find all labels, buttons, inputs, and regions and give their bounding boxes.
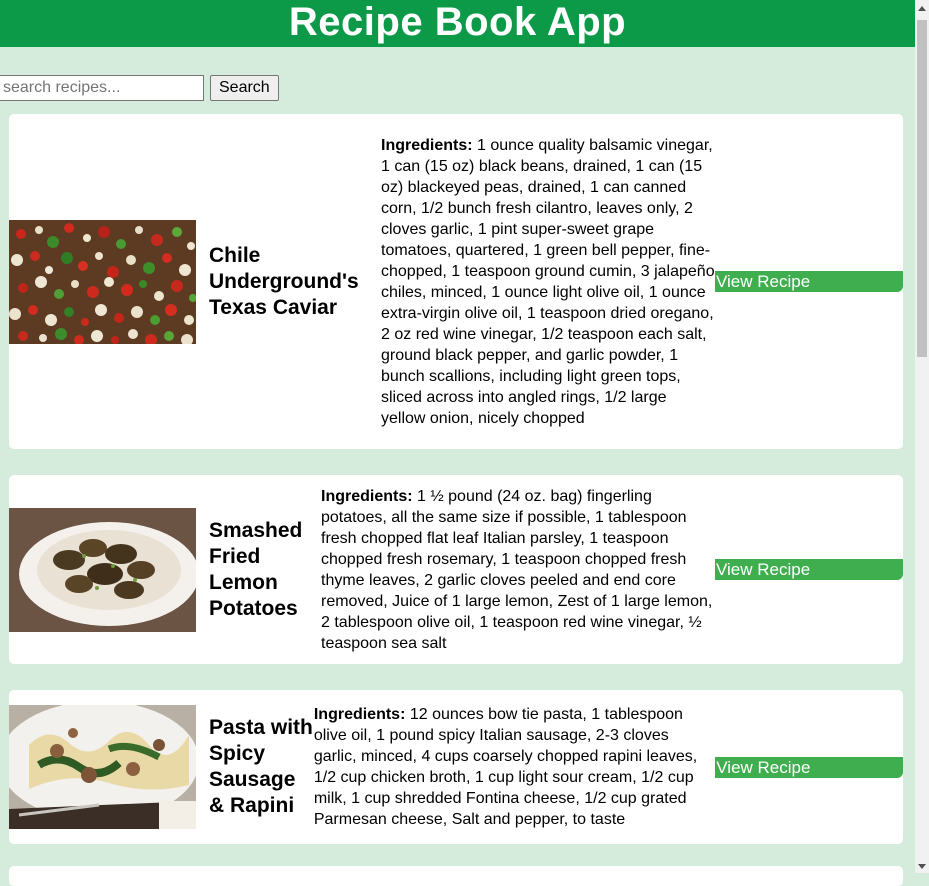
recipe-card: Chile Underground's Texas Caviar Ingredi…	[9, 114, 903, 449]
recipe-title: Pasta with Spicy Sausage & Rapini	[209, 716, 313, 817]
search-button[interactable]: Search	[210, 75, 279, 101]
recipe-ingredients: Ingredients: 1 ½ pound (24 oz. bag) fing…	[321, 486, 715, 654]
recipe-card	[9, 866, 903, 886]
recipe-ingredients: Ingredients: 12 ounces bow tie pasta, 1 …	[314, 704, 715, 830]
ingredients-label: Ingredients:	[321, 487, 413, 505]
view-recipe-button[interactable]: View Recipe	[715, 756, 903, 778]
ingredients-label: Ingredients:	[381, 136, 473, 154]
search-input[interactable]	[0, 75, 204, 101]
page-scrollbar[interactable]	[915, 0, 929, 873]
scroll-down-arrow-icon[interactable]	[918, 864, 926, 869]
scroll-up-arrow-icon[interactable]	[918, 6, 926, 11]
recipe-image	[9, 507, 196, 632]
recipe-image	[9, 219, 196, 344]
recipe-title: Smashed Fried Lemon Potatoes	[209, 518, 303, 620]
recipe-card: Pasta with Spicy Sausage & Rapini Ingred…	[9, 690, 903, 844]
app-title: Recipe Book App	[288, 0, 627, 44]
ingredients-text: 1 ½ pound (24 oz. bag) fingerling potato…	[321, 487, 713, 652]
ingredients-text: 1 ounce quality balsamic vinegar, 1 can …	[381, 136, 715, 427]
scrollbar-thumb[interactable]	[917, 20, 927, 357]
ingredients-text: 12 ounces bow tie pasta, 1 tablespoon ol…	[313, 706, 698, 828]
view-recipe-button[interactable]: View Recipe	[715, 271, 903, 292]
app-header: Recipe Book App	[0, 0, 915, 47]
recipe-ingredients: Ingredients: 1 ounce quality balsamic vi…	[381, 135, 715, 429]
view-recipe-button[interactable]: View Recipe	[715, 559, 903, 580]
recipe-title: Chile Underground's Texas Caviar	[209, 243, 359, 319]
recipe-card: Smashed Fried Lemon Potatoes Ingredients…	[9, 475, 903, 664]
ingredients-label: Ingredients:	[313, 706, 406, 723]
search-bar: Search	[0, 75, 279, 101]
recipe-image	[9, 705, 196, 829]
